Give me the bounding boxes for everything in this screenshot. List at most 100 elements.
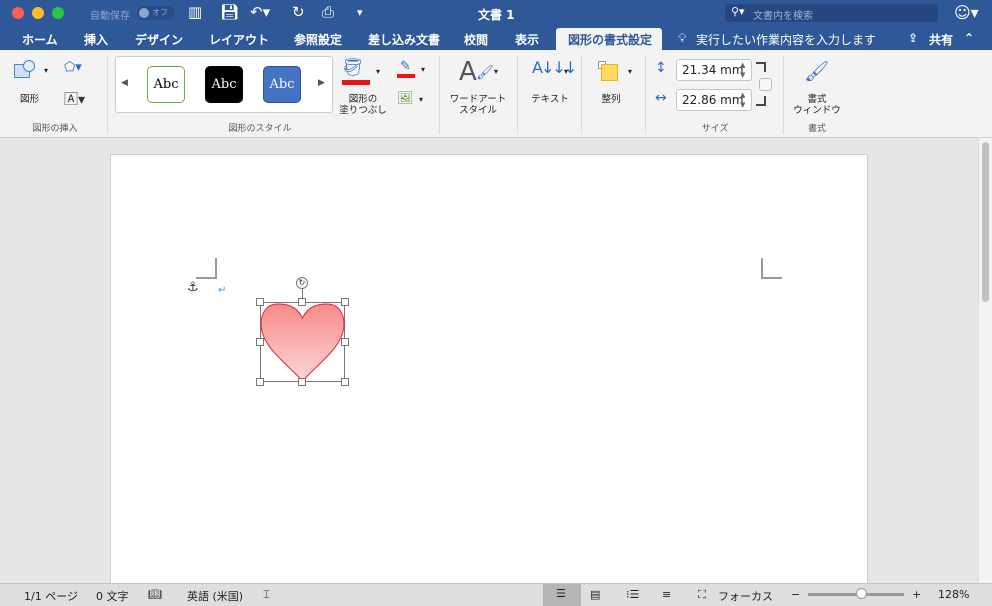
- lightbulb-icon: 💡︎: [678, 31, 687, 45]
- resize-handle-w[interactable]: [256, 338, 264, 346]
- gallery-next-icon[interactable]: ▶: [318, 78, 325, 88]
- wordart-label-2: スタイル: [458, 105, 497, 116]
- outline-view-icon[interactable]: ⁝☰: [626, 588, 639, 601]
- shapes-icon[interactable]: [14, 60, 38, 82]
- tab-shape-format[interactable]: 図形の書式設定: [568, 31, 652, 48]
- rotate-handle-icon[interactable]: ↻: [296, 277, 308, 289]
- tell-me-input[interactable]: 実行したい作業内容を入力します: [696, 31, 876, 48]
- print-layout-icon: ☰: [556, 587, 566, 600]
- text-dropdown-icon[interactable]: ▾: [564, 67, 568, 76]
- shapes-dropdown-icon[interactable]: ▾: [44, 66, 48, 75]
- separator: [645, 56, 646, 134]
- tab-mailings[interactable]: 差し込み文書: [368, 31, 440, 48]
- tab-references[interactable]: 参照設定: [294, 31, 342, 48]
- shape-effects-icon[interactable]: 🖼︎: [397, 91, 414, 106]
- language[interactable]: 英語 (米国): [187, 588, 243, 604]
- page-count[interactable]: 1/1 ページ: [24, 588, 78, 604]
- effects-dropdown-icon[interactable]: ▾: [419, 95, 423, 104]
- width-icon: ↔: [655, 90, 667, 106]
- resize-handle-se[interactable]: [341, 378, 349, 386]
- undo-icon[interactable]: ↶▾: [250, 3, 270, 21]
- shape-styles-group-label: 図形のスタイル: [228, 124, 292, 134]
- zoom-button[interactable]: [52, 7, 64, 19]
- customize-toolbar-icon[interactable]: ▾: [357, 6, 363, 19]
- share-button[interactable]: 共有: [929, 31, 953, 48]
- resize-handle-e[interactable]: [341, 338, 349, 346]
- word-count[interactable]: 0 文字: [96, 588, 129, 604]
- fill-color-swatch: [342, 80, 370, 85]
- print-layout-view-button[interactable]: ☰: [543, 584, 581, 606]
- zoom-slider-thumb[interactable]: [855, 588, 867, 599]
- text-box-icon[interactable]: 🄰▾: [64, 89, 85, 109]
- width-stepper[interactable]: ▲ ▼: [740, 90, 745, 110]
- text-direction-icon[interactable]: A↓↓↓: [532, 58, 577, 77]
- lock-aspect-checkbox[interactable]: [759, 78, 772, 91]
- autosave-toggle[interactable]: オフ: [137, 6, 175, 20]
- wordart-dropdown-icon[interactable]: ▾: [494, 67, 498, 76]
- arrange-dropdown-icon[interactable]: ▾: [628, 67, 632, 76]
- format-pane-brush-icon[interactable]: 🖌︎: [804, 59, 829, 83]
- tab-view[interactable]: 表示: [515, 31, 539, 48]
- arrange-icon[interactable]: [598, 61, 622, 83]
- page[interactable]: [110, 154, 868, 584]
- share-icon[interactable]: ⇪: [908, 31, 918, 45]
- macro-record-icon[interactable]: ⌶: [263, 588, 270, 602]
- fill-dropdown-icon[interactable]: ▾: [376, 67, 380, 76]
- wordart-icon[interactable]: A: [459, 57, 477, 87]
- style-sample-black[interactable]: Abc: [205, 66, 243, 103]
- shapes-label: 図形: [20, 94, 40, 105]
- arrange-label: 整列: [601, 94, 621, 105]
- gallery-prev-icon[interactable]: ◀: [121, 78, 128, 88]
- separator: [439, 56, 440, 134]
- heart-shape[interactable]: [260, 302, 345, 382]
- outline-color-swatch: [397, 74, 415, 78]
- collapse-ribbon-icon[interactable]: ⌃: [964, 31, 974, 45]
- resize-handle-n[interactable]: [298, 298, 306, 306]
- close-button[interactable]: [12, 7, 24, 19]
- save-icon[interactable]: 💾︎: [220, 3, 239, 21]
- tab-layout[interactable]: レイアウト: [209, 31, 269, 48]
- focus-icon[interactable]: ⛶: [698, 588, 706, 602]
- tab-review[interactable]: 校閲: [464, 31, 488, 48]
- document-title: 文書 1: [478, 8, 515, 22]
- zoom-level[interactable]: 128%: [938, 588, 969, 601]
- scrollbar-thumb[interactable]: [982, 142, 989, 302]
- web-layout-icon[interactable]: ▤: [590, 588, 600, 601]
- size-group-label: サイズ: [701, 124, 729, 134]
- lock-bracket-top: [756, 62, 766, 72]
- height-stepper[interactable]: ▲ ▼: [740, 60, 745, 80]
- minimize-button[interactable]: [32, 7, 44, 19]
- style-sample-outline[interactable]: Abc: [147, 66, 185, 103]
- sidebar-icon[interactable]: ▥: [188, 3, 202, 21]
- paint-bucket-icon[interactable]: 🪣︎: [342, 58, 364, 78]
- redo-icon[interactable]: ↻: [292, 3, 305, 21]
- tab-design[interactable]: デザイン: [135, 31, 183, 48]
- vertical-scrollbar[interactable]: [978, 138, 992, 583]
- print-icon[interactable]: ⎙: [322, 3, 334, 21]
- resize-handle-s[interactable]: [298, 378, 306, 386]
- focus-button[interactable]: フォーカス: [718, 588, 773, 604]
- smiley-feedback-icon[interactable]: ☺▾: [954, 3, 979, 22]
- zoom-out-button[interactable]: −: [791, 588, 800, 601]
- tab-home[interactable]: ホーム: [22, 31, 58, 48]
- resize-handle-nw[interactable]: [256, 298, 264, 306]
- outline-dropdown-icon[interactable]: ▾: [421, 65, 425, 74]
- format-group-label: 書式: [807, 124, 826, 134]
- separator: [581, 56, 582, 134]
- insert-shapes-group-label: 図形の挿入: [32, 124, 78, 134]
- draft-view-icon[interactable]: ≡: [662, 588, 671, 601]
- style-sample-blue[interactable]: Abc: [263, 66, 301, 103]
- outline-pen-icon[interactable]: ✎: [400, 59, 411, 74]
- height-value: 21.34 mm: [682, 63, 744, 77]
- title-bar: 自動保存 オフ ▥ 💾︎ ↶▾ ↻ ⎙ ▾ 文書 1 ⚲▾ 文書内を検索 ☺▾: [0, 0, 992, 26]
- separator: [783, 56, 784, 134]
- resize-handle-ne[interactable]: [341, 298, 349, 306]
- edit-points-icon[interactable]: ⬠▾: [64, 60, 82, 75]
- proofing-icon[interactable]: 📖︎: [148, 588, 162, 601]
- zoom-in-button[interactable]: +: [912, 588, 921, 601]
- separator: [517, 56, 518, 134]
- resize-handle-sw[interactable]: [256, 378, 264, 386]
- search-input[interactable]: ⚲▾ 文書内を検索: [725, 4, 938, 22]
- lock-bracket-bottom: [756, 96, 766, 106]
- tab-insert[interactable]: 挿入: [84, 31, 108, 48]
